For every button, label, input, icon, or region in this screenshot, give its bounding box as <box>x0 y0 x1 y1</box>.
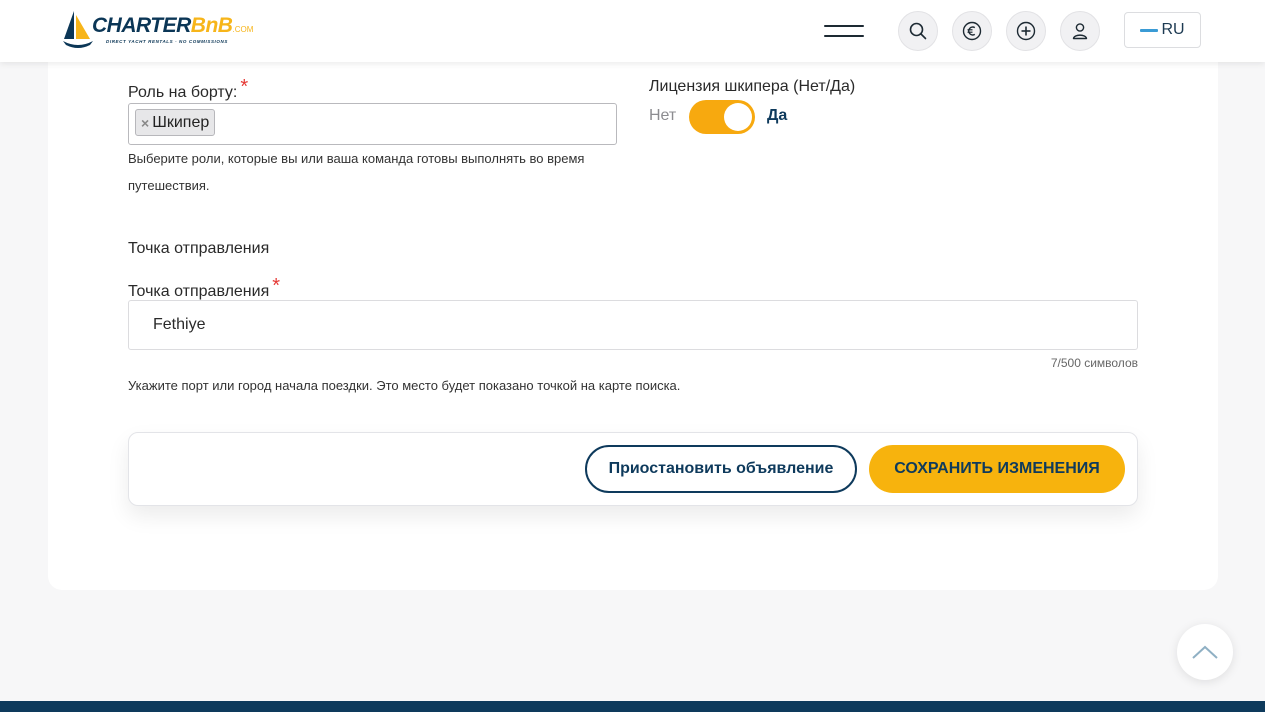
toggle-knob <box>724 103 752 131</box>
departure-input[interactable] <box>128 300 1138 350</box>
character-counter: 7/500 символов <box>1050 356 1138 370</box>
skipper-license-toggle[interactable] <box>689 100 755 134</box>
sailboat-logo-icon <box>63 11 93 48</box>
skipper-license-label: Лицензия шкипера (Нет/Да) <box>649 78 856 95</box>
departure-section-title: Точка отправления <box>128 240 270 257</box>
departure-help-text: Укажите порт или город начала поездки. Э… <box>128 378 681 393</box>
role-tag-label: Шкипер <box>152 113 210 131</box>
language-selector[interactable]: RU <box>1124 12 1201 48</box>
scroll-to-top-button[interactable] <box>1177 624 1233 680</box>
menu-icon <box>824 25 864 27</box>
search-icon <box>909 22 927 40</box>
footer-strip <box>0 701 1265 712</box>
chevron-up-icon <box>1192 645 1218 659</box>
account-button[interactable] <box>1060 11 1100 51</box>
logo-wordmark: CHARTERBnB.COM <box>92 14 253 38</box>
pause-listing-button[interactable]: Приостановить объявление <box>585 445 857 493</box>
tag-remove-icon[interactable]: × <box>141 115 149 131</box>
site-header: CHARTERBnB.COM DIRECT YACHT RENTALS · NO… <box>0 0 1265 62</box>
toggle-off-label: Нет <box>649 107 677 124</box>
departure-label-text: Точка отправления <box>128 283 270 300</box>
required-mark: * <box>240 76 249 98</box>
logo-tagline: DIRECT YACHT RENTALS · NO COMMISSIONS <box>106 39 228 44</box>
toggle-on-label: Да <box>767 107 788 124</box>
add-listing-button[interactable] <box>1006 11 1046 51</box>
language-flag-icon <box>1140 28 1159 32</box>
language-code: RU <box>1161 21 1185 38</box>
role-field-label: Роль на борту: * <box>128 76 248 103</box>
save-changes-button[interactable]: СОХРАНИТЬ ИЗМЕНЕНИЯ <box>869 445 1125 493</box>
logo-brand-accent: BnB <box>190 14 233 37</box>
add-circle-icon <box>1016 21 1036 41</box>
role-label-text: Роль на борту: <box>128 84 238 101</box>
user-icon <box>1072 23 1088 40</box>
hamburger-menu-button[interactable] <box>822 20 866 42</box>
departure-field-label: Точка отправления * <box>128 275 280 302</box>
logo-brand-main: CHARTER <box>92 14 191 37</box>
role-help-text: Выберите роли, которые вы или ваша коман… <box>128 151 585 193</box>
role-multiselect[interactable]: × Шкипер <box>128 103 617 145</box>
site-logo[interactable]: CHARTERBnB.COM DIRECT YACHT RENTALS · NO… <box>62 9 253 51</box>
currency-euro-icon <box>962 21 982 41</box>
role-tag: × Шкипер <box>135 109 216 136</box>
required-mark: * <box>272 275 281 297</box>
menu-icon-line-2 <box>824 35 864 37</box>
currency-button[interactable] <box>952 11 992 51</box>
logo-brand-tld: .COM <box>232 25 254 34</box>
search-button[interactable] <box>898 11 938 51</box>
